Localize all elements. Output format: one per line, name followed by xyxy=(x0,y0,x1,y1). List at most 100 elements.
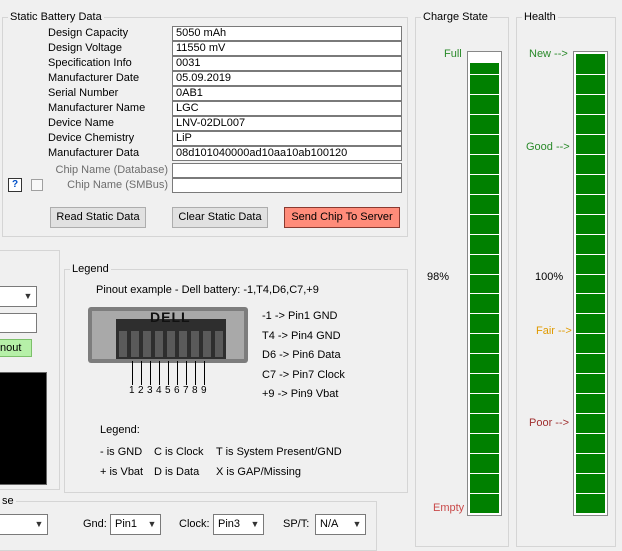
pin-number: 6 xyxy=(174,385,180,396)
bar-segment-divider xyxy=(576,174,605,175)
manufacturer-data-field[interactable]: 08d101040000ad10aa10ab100120 xyxy=(172,146,402,161)
bar-segment-divider xyxy=(470,174,499,175)
bar-segment-divider xyxy=(576,333,605,334)
bar-segment-divider xyxy=(576,293,605,294)
design-capacity-field[interactable]: 5050 mAh xyxy=(172,26,402,41)
health-bar-fill xyxy=(576,54,605,513)
connector-brand: DELL xyxy=(150,309,191,325)
bar-segment-divider xyxy=(470,313,499,314)
device-chemistry-label: Device Chemistry xyxy=(48,132,135,144)
pin-number: 3 xyxy=(147,385,153,396)
bar-segment-divider xyxy=(576,214,605,215)
legend-title: Legend xyxy=(70,263,111,275)
charge-percent: 98% xyxy=(427,271,450,283)
chevron-down-icon: ▼ xyxy=(352,519,362,529)
pin-number: 7 xyxy=(183,385,189,396)
bar-segment-divider xyxy=(470,234,499,235)
status-badge: nout xyxy=(0,339,32,357)
pin-number: 5 xyxy=(165,385,171,396)
send-chip-to-server-button[interactable]: Send Chip To Server xyxy=(284,207,400,228)
clear-static-data-button[interactable]: Clear Static Data xyxy=(172,207,268,228)
device-chemistry-field[interactable]: LiP xyxy=(172,131,402,146)
bar-segment-divider xyxy=(470,353,499,354)
pinout-example: Pinout example - Dell battery: -1,T4,D6,… xyxy=(96,284,319,296)
bar-segment-divider xyxy=(470,373,499,374)
bar-segment-divider xyxy=(470,493,499,494)
bar-segment-divider xyxy=(470,194,499,195)
legend-data: D is Data xyxy=(154,466,200,478)
legend-system-present: T is System Present/GND xyxy=(216,446,342,458)
bar-segment-divider xyxy=(470,214,499,215)
bar-segment-divider xyxy=(470,453,499,454)
pin-number: 2 xyxy=(138,385,144,396)
charge-state-title: Charge State xyxy=(421,11,490,23)
chip-db-field[interactable] xyxy=(172,163,402,178)
pin-number: 9 xyxy=(201,385,207,396)
manufacturer-date-field[interactable]: 05.09.2019 xyxy=(172,71,402,86)
clock-select[interactable]: Pin3 ▼ xyxy=(213,514,264,535)
left-bottom-dropdown[interactable]: ▼ xyxy=(0,514,48,535)
chevron-down-icon: ▼ xyxy=(250,519,260,529)
read-static-data-button[interactable]: Read Static Data xyxy=(50,207,146,228)
device-name-field[interactable]: LNV-02DL007 xyxy=(172,116,402,131)
gnd-label: Gnd: xyxy=(83,518,107,530)
health-good-label: Good --> xyxy=(526,141,570,153)
bar-segment-divider xyxy=(470,293,499,294)
pin-mapping-item: D6 -> Pin6 Data xyxy=(262,349,341,361)
chevron-down-icon: ▼ xyxy=(34,519,44,529)
specification-info-label: Specification Info xyxy=(48,57,132,69)
pin-mapping-item: -1 -> Pin1 GND xyxy=(262,310,338,322)
charge-bar xyxy=(467,51,502,516)
bar-segment-divider xyxy=(470,134,499,135)
bar-segment-divider xyxy=(470,393,499,394)
legend-clock: C is Clock xyxy=(154,446,204,458)
chip-smbus-label: Chip Name (SMBus) xyxy=(67,179,168,191)
left-dropdown[interactable]: ▼ xyxy=(0,286,37,307)
health-new-label: New --> xyxy=(529,48,568,60)
pin-number: 1 xyxy=(129,385,135,396)
legend-heading: Legend: xyxy=(100,424,140,436)
bar-segment-divider xyxy=(576,413,605,414)
specification-info-field[interactable]: 0031 xyxy=(172,56,402,71)
pin-mapping-item: C7 -> Pin7 Clock xyxy=(262,368,345,381)
clock-label: Clock: xyxy=(179,518,210,530)
output-console xyxy=(0,372,47,485)
chip-smbus-field[interactable] xyxy=(172,178,402,193)
bar-segment-divider xyxy=(470,74,499,75)
chevron-down-icon: ▼ xyxy=(23,291,33,301)
health-fair-label: Fair --> xyxy=(536,325,572,337)
manufacturer-data-label: Manufacturer Data xyxy=(48,147,140,159)
bar-segment-divider xyxy=(470,114,499,115)
bar-segment-divider xyxy=(576,74,605,75)
spt-select[interactable]: N/A ▼ xyxy=(315,514,366,535)
gnd-select[interactable]: Pin1 ▼ xyxy=(110,514,161,535)
bar-segment-divider xyxy=(576,154,605,155)
chip-db-label: Chip Name (Database) xyxy=(55,164,169,176)
bar-segment-divider xyxy=(576,274,605,275)
bar-segment-divider xyxy=(576,473,605,474)
bar-segment-divider xyxy=(470,473,499,474)
health-bar xyxy=(573,51,608,516)
gnd-select-value: Pin1 xyxy=(115,518,138,530)
bar-segment-divider xyxy=(576,433,605,434)
manufacturer-name-label: Manufacturer Name xyxy=(48,102,146,114)
dell-connector-image: DELL 123456789 xyxy=(88,305,256,401)
pin-number: 8 xyxy=(192,385,198,396)
design-voltage-field[interactable]: 11550 mV xyxy=(172,41,402,56)
design-capacity-label: Design Capacity xyxy=(48,27,129,39)
charge-full-label: Full xyxy=(444,48,462,60)
pin-mapping-item: +9 -> Pin9 Vbat xyxy=(262,388,339,400)
health-poor-label: Poor --> xyxy=(529,417,570,429)
health-percent: 100% xyxy=(535,271,564,283)
left-input[interactable] xyxy=(0,313,37,333)
bar-segment-divider xyxy=(576,134,605,135)
bar-segment-divider xyxy=(576,393,605,394)
pin-selector-title: se xyxy=(0,495,16,507)
bar-segment-divider xyxy=(470,154,499,155)
bar-segment-divider xyxy=(470,433,499,434)
bar-segment-divider xyxy=(576,493,605,494)
bar-segment-divider xyxy=(470,413,499,414)
manufacturer-name-field[interactable]: LGC xyxy=(172,101,402,116)
serial-number-field[interactable]: 0AB1 xyxy=(172,86,402,101)
static-battery-data-title: Static Battery Data xyxy=(8,11,104,23)
